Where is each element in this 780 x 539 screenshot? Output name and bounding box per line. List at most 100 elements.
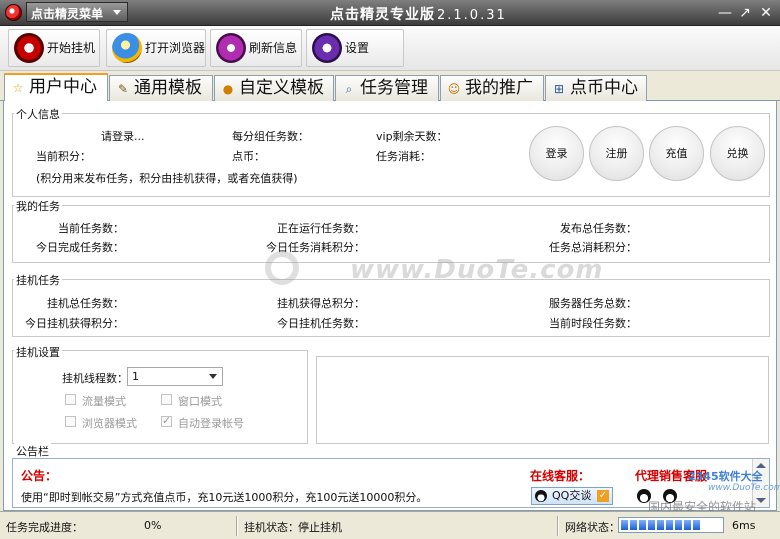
network-strength-segment — [657, 520, 664, 530]
start-icon — [14, 33, 44, 63]
refresh-icon — [216, 33, 246, 63]
network-strength-segment — [630, 520, 637, 530]
points-note: (积分用来发布任务，积分由挂机获得，或者充值获得) — [36, 172, 298, 185]
vip-days-label: vip剩余天数： — [376, 130, 448, 143]
tab-custom-template[interactable]: ● 自定义模板 — [214, 75, 334, 101]
running-tasks-label: 正在运行任务数： — [277, 222, 365, 235]
browser-icon — [112, 33, 142, 63]
tab-user-center[interactable]: ☆ 用户中心 — [4, 73, 108, 102]
hang-settings-title: 挂机设置 — [14, 344, 62, 360]
hang-tasks-title: 挂机任务 — [14, 272, 62, 288]
coins-label: 点币： — [232, 150, 265, 163]
tab-label: 点币中心 — [570, 78, 638, 98]
status-divider — [236, 516, 238, 536]
browser-mode-checkbox[interactable] — [65, 416, 76, 427]
open-browser-button[interactable]: 打开浏览器 — [106, 29, 206, 67]
chevron-down-icon — [209, 374, 217, 379]
close-button[interactable]: ✕ — [757, 4, 775, 22]
app-name: 点击精灵专业版 — [330, 7, 435, 23]
status-bar: 任务完成进度： 0% 挂机状态： 停止挂机 网络状态： 6ms — [0, 511, 780, 539]
traffic-mode-checkbox[interactable] — [65, 394, 76, 405]
star-icon: ☆ — [12, 81, 24, 95]
progress-label: 任务完成进度： — [6, 521, 83, 534]
settings-icon — [312, 33, 342, 63]
notice-board-title: 公告栏 — [14, 443, 51, 459]
network-latency: 6ms — [732, 519, 756, 532]
tab-label: 通用模板 — [134, 78, 202, 98]
threads-value: 1 — [132, 370, 139, 383]
minimize-button[interactable]: — — [716, 4, 734, 22]
doc-search-icon: ⌕ — [345, 82, 353, 96]
maximize-button[interactable]: ↗ — [736, 4, 754, 22]
qq-penguin-icon — [535, 490, 547, 502]
title-bar: 点击精灵菜单 点击精灵专业版 2.1.0.31 — ↗ ✕ — [0, 0, 780, 26]
chevron-down-icon — [113, 10, 121, 15]
current-period-label: 当前时段任务数： — [549, 317, 637, 330]
task-consume-label: 任务消耗： — [376, 150, 431, 163]
today-hang-points-label: 今日挂机获得积分： — [25, 317, 124, 330]
auto-login-checkbox[interactable] — [161, 414, 172, 427]
people-icon: ☺ — [447, 82, 461, 96]
network-label: 网络状态： — [565, 521, 620, 534]
total-consumed-points-label: 任务总消耗积分： — [549, 241, 637, 254]
exchange-button[interactable]: 兑换 — [710, 126, 765, 181]
watermark-logo — [265, 251, 299, 285]
qq-chat-label: QQ交谈 — [552, 489, 592, 502]
window-mode-label: 窗口模式 — [178, 395, 222, 408]
recharge-button[interactable]: 充值 — [649, 126, 704, 181]
browser-mode-label: 浏览器模式 — [82, 417, 137, 430]
notice-text: 使用“即时到帐交易”方式充值点币，充10元送1000积分，充100元送10000… — [21, 491, 428, 504]
hang-state-value: 停止挂机 — [298, 521, 342, 534]
group-tasks-label: 每分组任务数： — [232, 130, 309, 143]
hang-earned-total-label: 挂机获得总积分： — [277, 297, 365, 310]
settings-button[interactable]: 设置 — [306, 29, 404, 67]
today-hang-tasks-label: 今日挂机任务数： — [277, 317, 365, 330]
refresh-info-button[interactable]: 刷新信息 — [210, 29, 302, 67]
qq-chat-button[interactable]: QQ交谈 ✓ — [531, 487, 613, 505]
tab-strip: ☆ 用户中心 ✎ 通用模板 ● 自定义模板 ⌕ 任务管理 ☺ 我的推广 ⊞ 点币… — [0, 71, 780, 102]
status-divider — [557, 516, 559, 536]
online-cs-label: 在线客服： — [530, 469, 591, 483]
window-title: 点击精灵专业版 2.1.0.31 — [330, 4, 507, 24]
settings-detail-box — [316, 356, 769, 444]
main-menu-button[interactable]: 点击精灵菜单 — [26, 2, 128, 22]
corner-url: www.DuoTe.com — [708, 483, 780, 493]
open-browser-label: 打开浏览器 — [145, 41, 206, 55]
network-strength-segment — [693, 520, 700, 530]
network-strength-segment — [648, 520, 655, 530]
corner-watermark: 2345软件大全 www.DuoTe.com 国内最安全的软件站 — [648, 466, 780, 514]
start-hang-button[interactable]: 开始挂机 — [8, 29, 100, 67]
my-tasks-title: 我的任务 — [14, 198, 62, 214]
traffic-mode-label: 流量模式 — [82, 395, 126, 408]
cart-icon: ⊞ — [553, 82, 565, 96]
personal-info-title: 个人信息 — [14, 106, 62, 122]
settings-label: 设置 — [345, 41, 370, 55]
tab-label: 任务管理 — [360, 78, 428, 98]
network-strength-segment — [684, 520, 691, 530]
watermark-text: www.DuoTe.com — [350, 255, 604, 285]
window-mode-checkbox[interactable] — [161, 394, 172, 405]
today-completed-label: 今日完成任务数： — [36, 241, 124, 254]
login-button[interactable]: 登录 — [529, 126, 584, 181]
login-prompt: 请登录... — [101, 130, 145, 143]
network-strength-bar — [618, 517, 724, 533]
threads-select[interactable]: 1 — [127, 367, 223, 386]
tab-my-promotion[interactable]: ☺ 我的推广 — [440, 75, 544, 101]
hang-total-tasks-label: 挂机总任务数： — [47, 297, 124, 310]
tab-task-management[interactable]: ⌕ 任务管理 — [335, 75, 439, 101]
tab-label: 我的推广 — [465, 78, 533, 98]
check-icon: ✓ — [597, 490, 609, 502]
corner-brand: 2345软件大全 — [688, 470, 763, 483]
tab-label: 自定义模板 — [239, 78, 324, 98]
wand-icon: ✎ — [117, 82, 129, 96]
register-button[interactable]: 注册 — [589, 126, 644, 181]
tab-coin-center[interactable]: ⊞ 点币中心 — [545, 75, 647, 101]
server-total-label: 服务器任务总数： — [549, 297, 637, 310]
progress-value: 0% — [144, 519, 162, 532]
network-strength-segment — [666, 520, 673, 530]
main-menu-label: 点击精灵菜单 — [31, 7, 104, 21]
tab-general-template[interactable]: ✎ 通用模板 — [109, 75, 213, 101]
hang-settings-section — [12, 350, 308, 444]
threads-label: 挂机线程数： — [62, 372, 128, 385]
hang-state-label: 挂机状态： — [244, 521, 299, 534]
